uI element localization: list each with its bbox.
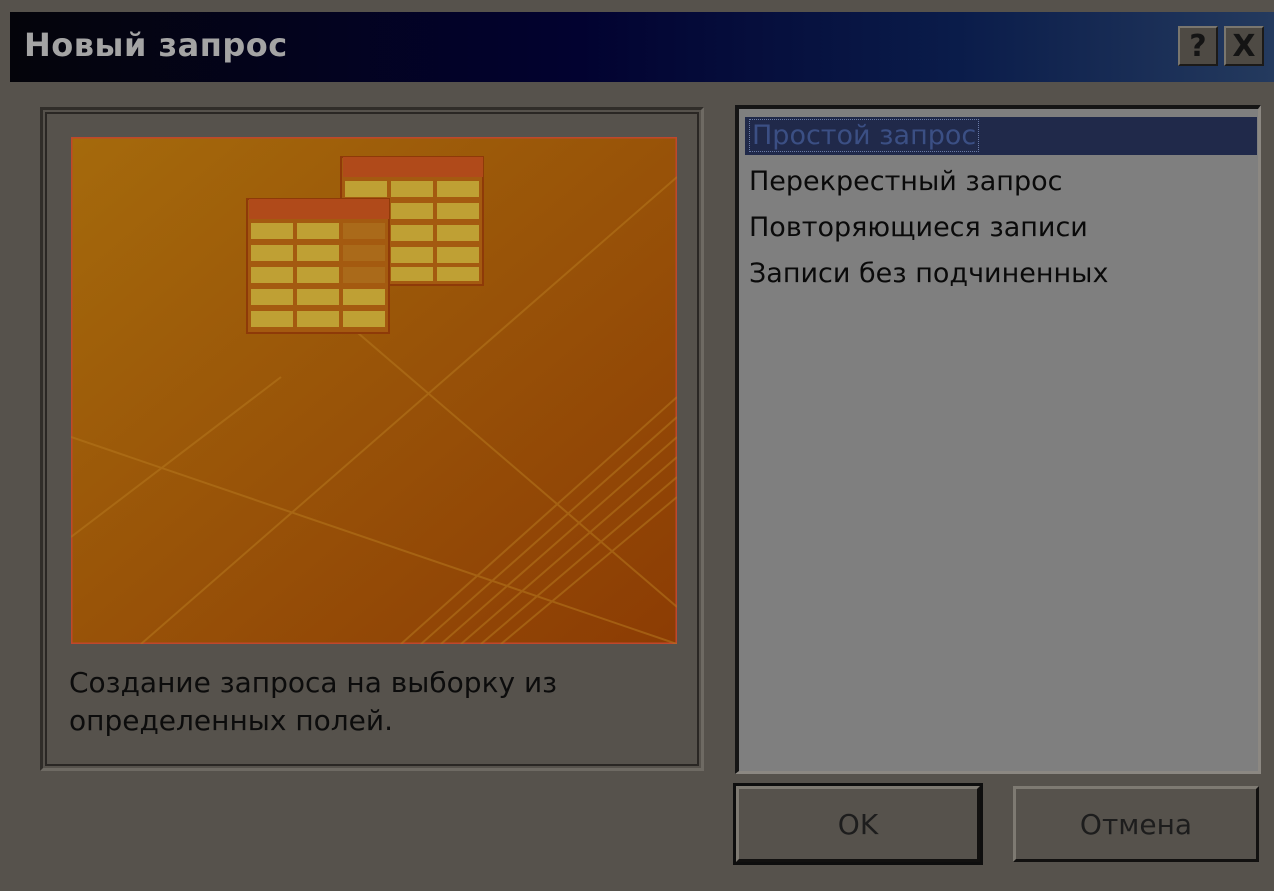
list-item-label: Записи без подчиненных (749, 258, 1109, 289)
wizard-description: Создание запроса на выборку из определен… (69, 666, 558, 737)
title-bar[interactable]: Новый запрос ? X (10, 12, 1274, 82)
new-query-dialog: Новый запрос ? X Создание запроса на выб… (0, 0, 1274, 891)
close-icon: X (1232, 28, 1256, 64)
front-table-icon (246, 198, 390, 334)
help-button[interactable]: ? (1178, 26, 1218, 66)
list-item-label: Перекрестный запрос (749, 166, 1063, 197)
list-item-crosstab-query[interactable]: Перекрестный запрос (745, 163, 1257, 201)
close-button[interactable]: X (1224, 26, 1264, 66)
help-icon: ? (1189, 28, 1207, 64)
ok-button[interactable]: OK (733, 783, 983, 865)
list-item-simple-query[interactable]: Простой запрос (745, 117, 1257, 155)
list-item-label: Простой запрос (749, 119, 980, 152)
wizard-listbox[interactable]: Простой запрос Перекрестный запрос Повто… (735, 105, 1261, 774)
preview-panel: Создание запроса на выборку из определен… (40, 107, 704, 771)
cancel-button[interactable]: Отмена (1013, 786, 1259, 862)
dialog-title: Новый запрос (24, 26, 288, 64)
list-item-duplicate-records[interactable]: Повторяющиеся записи (745, 209, 1257, 247)
query-preview-image (71, 137, 677, 644)
list-item-label: Повторяющиеся записи (749, 212, 1088, 243)
list-item-unmatched-records[interactable]: Записи без подчиненных (745, 255, 1257, 293)
